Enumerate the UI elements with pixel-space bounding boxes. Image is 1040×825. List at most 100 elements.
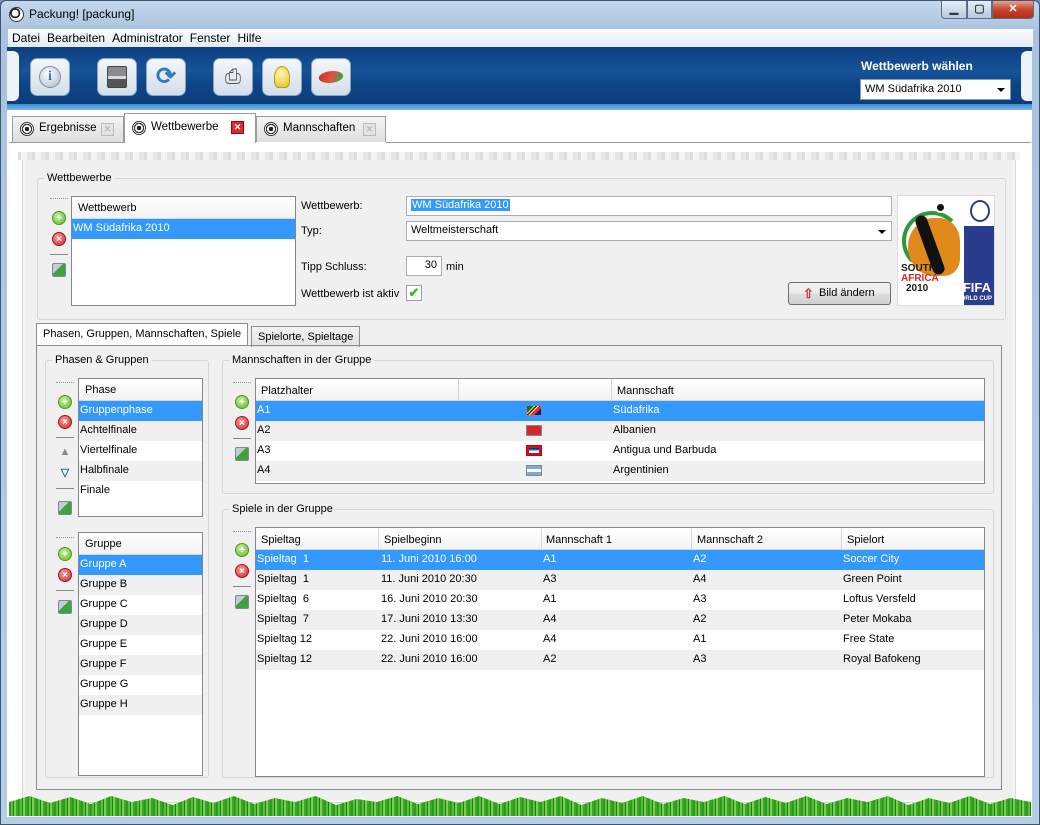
table-row[interactable]: A3 Antigua und Barbuda (256, 441, 984, 461)
column-header-platzhalter[interactable]: Platzhalter (261, 385, 313, 397)
print-button[interactable]: ⎙ (213, 58, 253, 96)
table-row[interactable]: Spieltag 1 11. Juni 2010 20:30 A3 A4 Green P… (256, 570, 984, 590)
column-divider[interactable] (841, 528, 842, 550)
list-item[interactable]: Gruppe B (79, 575, 202, 595)
list-item[interactable]: Gruppenphase (79, 401, 202, 421)
column-header-gruppe[interactable]: Gruppe (79, 533, 202, 555)
tipp-schluss-input[interactable]: 30 (406, 256, 442, 276)
tab-mannschaften[interactable]: Mannschaften ✕ (256, 116, 386, 142)
import-icon[interactable] (58, 501, 72, 515)
table-row[interactable]: Spieltag 12 22. Juni 2010 16:00 A2 A3 Royal … (256, 650, 984, 670)
list-item[interactable]: Gruppe G (79, 675, 202, 695)
phase-list[interactable]: Phase Gruppenphase Achtelfinale Viertelf… (78, 378, 203, 517)
drag-handle[interactable] (50, 198, 68, 199)
list-item[interactable]: Gruppe A (79, 555, 202, 575)
menu-bearbeiten[interactable]: Bearbeiten (43, 29, 108, 45)
list-item[interactable]: Achtelfinale (79, 421, 202, 441)
save-button[interactable] (97, 58, 137, 96)
drag-handle[interactable] (233, 382, 251, 383)
delete-icon[interactable]: × (52, 232, 66, 246)
import-icon[interactable] (52, 263, 66, 277)
delete-icon[interactable]: × (58, 568, 72, 582)
gruppe-list[interactable]: Gruppe Gruppe A Gruppe B Gruppe C Gruppe… (78, 532, 203, 776)
refresh-button[interactable]: ⟳ (146, 58, 186, 96)
column-header-spielbeginn[interactable]: Spielbeginn (384, 534, 442, 546)
import-icon[interactable] (235, 447, 249, 461)
delete-icon[interactable]: × (58, 415, 72, 429)
drag-handle[interactable] (56, 382, 74, 383)
move-up-icon[interactable]: ▲ (58, 446, 72, 460)
column-divider[interactable] (378, 528, 379, 550)
menu-administrator[interactable]: Administrator (108, 29, 186, 45)
move-down-icon[interactable]: ▽ (58, 467, 72, 481)
close-button[interactable]: ✕ (992, 1, 1034, 19)
mannschaften-table[interactable]: Platzhalter Mannschaft A1 Südafrika A2 A… (255, 378, 985, 484)
delete-icon[interactable]: × (235, 564, 249, 578)
table-row[interactable]: A2 Albanien (256, 421, 984, 441)
typ-select[interactable]: Weltmeisterschaft (406, 221, 892, 241)
list-item[interactable]: Gruppe E (79, 635, 202, 655)
table-row[interactable]: Spieltag 12 22. Juni 2010 16:00 A4 A1 Free S… (256, 630, 984, 650)
list-item[interactable]: Gruppe C (79, 595, 202, 615)
table-row[interactable]: A1 Südafrika (256, 401, 984, 421)
wettbewerb-name-input[interactable]: WM Südafrika 2010 (406, 196, 892, 216)
tab-spielorte-spieltage[interactable]: Spielorte, Spieltage (251, 326, 361, 347)
wettbewerb-list[interactable]: Wettbewerb WM Südafrika 2010 (71, 196, 296, 306)
tab-phasen-gruppen[interactable]: Phasen, Gruppen, Mannschaften, Spiele (36, 323, 249, 346)
column-header-spielort[interactable]: Spielort (847, 534, 884, 546)
delete-icon[interactable]: × (235, 416, 249, 430)
tip-button[interactable] (262, 58, 302, 96)
change-image-button[interactable]: ⇧ Bild ändern (788, 282, 891, 305)
add-icon[interactable]: + (58, 547, 72, 561)
column-divider[interactable] (458, 379, 459, 401)
tab-close-icon[interactable]: ✕ (231, 121, 244, 134)
spiele-table[interactable]: Spieltag Spielbeginn Mannschaft 1 Mannsc… (255, 527, 985, 777)
add-icon[interactable]: + (235, 395, 249, 409)
maximize-button[interactable]: ▢ (967, 1, 992, 19)
spielbeginn-cell: 22. Juni 2010 16:00 (381, 633, 478, 645)
list-item[interactable]: Finale (79, 481, 202, 501)
column-header-phase[interactable]: Phase (79, 379, 202, 401)
menu-fenster[interactable]: Fenster (186, 29, 234, 45)
column-header-mannschaft-1[interactable]: Mannschaft 1 (546, 534, 612, 546)
tab-ergebnisse[interactable]: Ergebnisse ✕ (12, 116, 124, 142)
list-item[interactable]: Halbfinale (79, 461, 202, 481)
tab-close-icon[interactable]: ✕ (363, 123, 376, 136)
add-icon[interactable]: + (52, 211, 66, 225)
add-icon[interactable]: + (58, 395, 72, 409)
column-divider[interactable] (541, 528, 542, 550)
minimize-button[interactable]: ▁ (941, 1, 967, 19)
list-item[interactable]: Gruppe D (79, 615, 202, 635)
menu-datei[interactable]: Datei (8, 29, 43, 45)
stadium-button[interactable] (311, 58, 351, 96)
column-divider[interactable] (691, 528, 692, 550)
table-row[interactable]: A4 Argentinien (256, 461, 984, 481)
column-header-wettbewerb[interactable]: Wettbewerb (72, 197, 295, 219)
tab-close-icon[interactable]: ✕ (101, 123, 114, 136)
competition-logo: SOUTH AFRICA 2010 FIFA WORLD CUP (897, 195, 995, 306)
drag-handle[interactable] (56, 537, 74, 538)
table-row[interactable]: Spieltag 6 16. Juni 2010 20:30 A1 A3 Loftus … (256, 590, 984, 610)
maximize-icon: ▢ (974, 3, 985, 15)
competition-select[interactable]: WM Südafrika 2010 (860, 79, 1011, 100)
list-item[interactable]: WM Südafrika 2010 (72, 219, 295, 239)
import-icon[interactable] (58, 600, 72, 614)
menu-hilfe[interactable]: Hilfe (233, 29, 264, 45)
aktiv-checkbox[interactable]: ✔ (406, 285, 422, 301)
column-divider[interactable] (611, 379, 612, 401)
list-item[interactable]: Gruppe F (79, 655, 202, 675)
tab-wettbewerbe[interactable]: Wettbewerbe ✕ (124, 113, 256, 143)
add-icon[interactable]: + (235, 543, 249, 557)
column-header-mannschaft[interactable]: Mannschaft (617, 385, 674, 397)
drag-handle[interactable] (233, 531, 251, 532)
import-icon[interactable] (235, 595, 249, 609)
info-button[interactable]: i (30, 58, 70, 96)
table-row[interactable]: Spieltag 1 11. Juni 2010 16:00 A1 A2 Soccer … (256, 550, 984, 570)
list-item[interactable]: Viertelfinale (79, 441, 202, 461)
column-header-spieltag[interactable]: Spieltag (261, 534, 301, 546)
logo-ball (935, 202, 946, 213)
column-header-mannschaft-2[interactable]: Mannschaft 2 (697, 534, 763, 546)
table-row[interactable]: Spieltag 7 17. Juni 2010 13:30 A4 A2 Peter M… (256, 610, 984, 630)
title-bar[interactable]: Packung! [packung] ▁ ▢ ✕ (1, 1, 1039, 28)
list-item[interactable]: Gruppe H (79, 695, 202, 715)
